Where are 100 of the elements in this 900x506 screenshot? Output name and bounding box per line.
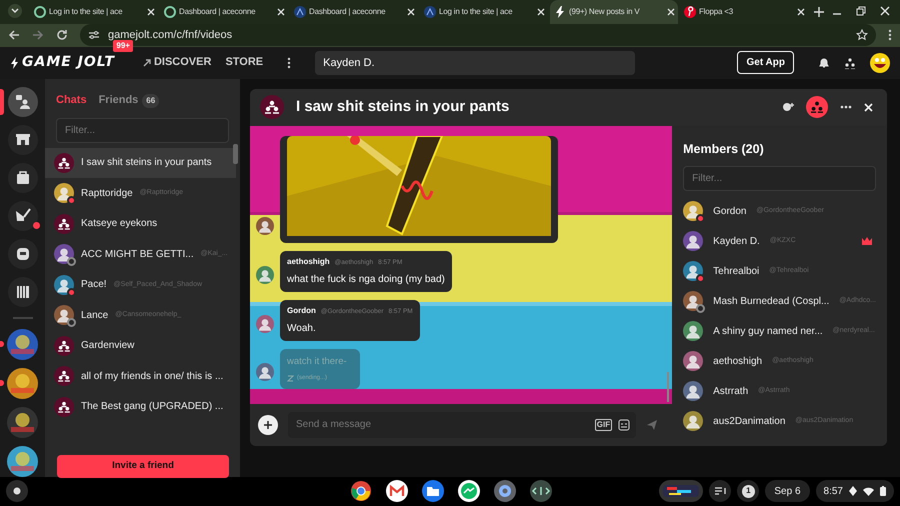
members-toggle-button[interactable] — [806, 96, 828, 118]
people-icon[interactable] — [844, 56, 856, 69]
nav-link[interactable]: DISCOVER — [154, 54, 212, 71]
sidebar-tab[interactable]: Friends 66 — [98, 92, 160, 109]
search-field[interactable]: Kayden D. — [315, 50, 636, 75]
terminal-icon[interactable] — [530, 480, 552, 502]
circle-icon — [13, 487, 21, 496]
folder-icon[interactable] — [422, 480, 444, 502]
reload-icon[interactable] — [56, 29, 68, 42]
community-avatar[interactable] — [7, 446, 38, 477]
chat-name: The Best gang (UPGRADED) ... — [81, 400, 224, 414]
status-area[interactable]: 8:57 — [816, 480, 894, 502]
tab-title: (99+) New posts in V — [569, 6, 640, 18]
url-text: gamejolt.com/c/fnf/videos — [108, 28, 234, 42]
gif-button[interactable]: GIF — [594, 418, 612, 431]
messenger-icon[interactable] — [458, 480, 480, 502]
chevron-icon — [11, 8, 19, 14]
smiley-avatar-icon[interactable] — [870, 52, 890, 73]
chat-list-item[interactable]: The Best gang (UPGRADED) ... — [45, 392, 236, 422]
community-avatar[interactable] — [7, 406, 38, 438]
close-icon[interactable] — [277, 8, 285, 16]
add-attachment-icon[interactable] — [258, 414, 278, 435]
close-icon[interactable] — [864, 102, 873, 112]
rail-button[interactable] — [8, 238, 38, 269]
filter-field[interactable]: Filter... — [56, 118, 229, 143]
sticker-icon[interactable] — [618, 418, 630, 431]
member-name: aethoshigh — [713, 354, 762, 369]
back-icon[interactable] — [8, 29, 20, 42]
playlist-icon[interactable] — [709, 480, 732, 502]
date-button[interactable]: Sep 6 — [765, 480, 810, 502]
browser-tab[interactable]: Floppa <3 — [680, 0, 808, 24]
send-icon[interactable] — [646, 418, 658, 431]
more-icon[interactable] — [840, 105, 852, 110]
rail-button[interactable] — [8, 162, 38, 193]
community-avatar[interactable] — [7, 328, 38, 360]
new-tab-icon[interactable] — [814, 7, 824, 17]
close-icon[interactable] — [537, 8, 545, 16]
group-avatar — [54, 214, 74, 234]
group-avatar — [54, 366, 74, 386]
diamond-icon — [849, 486, 857, 496]
chat-list-item[interactable]: I saw shit steins in your pants — [45, 148, 236, 178]
rail-button[interactable] — [8, 200, 38, 231]
close-icon[interactable] — [407, 8, 415, 16]
rail-button[interactable] — [8, 124, 38, 155]
sidebar-tab[interactable]: Chats — [56, 92, 87, 109]
get-app-button[interactable]: Get App — [737, 51, 794, 74]
scrollbar-thumb[interactable] — [233, 144, 238, 164]
browser-tab[interactable]: (99+) New posts in V — [550, 0, 678, 24]
avatar — [683, 261, 704, 282]
rail-button[interactable] — [8, 86, 38, 117]
tab-search-button[interactable] — [8, 4, 22, 18]
message-input[interactable]: Send a message GIF — [288, 412, 636, 438]
avatar — [54, 244, 74, 264]
chat-name: Lance — [81, 308, 108, 323]
more-icon[interactable] — [287, 56, 292, 69]
add-member-icon[interactable] — [782, 102, 794, 112]
avatar — [54, 305, 74, 326]
menu-icon[interactable] — [888, 29, 892, 42]
member-name: Astrrath — [713, 384, 748, 399]
chat-name: I saw shit steins in your pants — [81, 156, 212, 170]
group-avatar — [54, 396, 74, 417]
screen-capture-thumbnail-icon[interactable] — [659, 480, 704, 502]
restore-icon[interactable] — [856, 6, 866, 16]
settings-icon[interactable] — [494, 480, 516, 502]
notification-count: 1 — [742, 484, 755, 498]
tab-title: Log in to the site | ace — [439, 6, 514, 18]
chat-list-item[interactable]: Katseye eyekons — [45, 208, 236, 240]
browser-tab[interactable]: Log in to the site | ace — [420, 0, 548, 24]
avatar — [683, 381, 704, 402]
member-name: Tehrealboi — [713, 264, 760, 279]
invite-friend-button[interactable]: Invite a friend — [57, 454, 229, 478]
nav-link[interactable]: STORE — [225, 54, 264, 71]
logo-text[interactable]: GAME JOLT — [22, 52, 115, 74]
chat-name: ACC MIGHT BE GETTI... — [81, 248, 194, 262]
avatar — [683, 291, 704, 312]
close-icon[interactable] — [880, 6, 890, 16]
notification-button[interactable]: 1 — [737, 480, 760, 502]
tab-title: Floppa <3 — [699, 6, 734, 18]
chat-list-item[interactable]: Gardenview — [45, 330, 236, 362]
avatar — [683, 351, 704, 372]
close-icon[interactable] — [147, 8, 155, 16]
launcher-button[interactable] — [6, 480, 28, 502]
community-avatar[interactable] — [7, 368, 38, 399]
ring-icon — [164, 6, 176, 18]
bell-icon[interactable] — [818, 56, 830, 69]
browser-tab[interactable]: Dashboard | aceconne — [160, 0, 288, 24]
bookmark-star-icon[interactable] — [856, 29, 868, 42]
chat-list-item[interactable]: all of my friends in one/ this is ... — [45, 361, 236, 392]
browser-tab[interactable]: Log in to the site | ace — [30, 0, 158, 24]
browser-tab[interactable]: Dashboard | aceconne — [290, 0, 418, 24]
tab-title: Dashboard | aceconne — [309, 6, 386, 18]
browser-icon[interactable] — [350, 480, 372, 502]
close-icon[interactable] — [797, 8, 805, 16]
avatar — [54, 274, 74, 295]
filter-field[interactable]: Filter... — [683, 166, 876, 192]
mail-icon[interactable] — [386, 480, 408, 502]
members-heading: Members (20) — [683, 140, 765, 158]
rail-button[interactable] — [8, 276, 38, 307]
logo-icon — [424, 6, 436, 18]
close-icon[interactable] — [667, 8, 675, 16]
